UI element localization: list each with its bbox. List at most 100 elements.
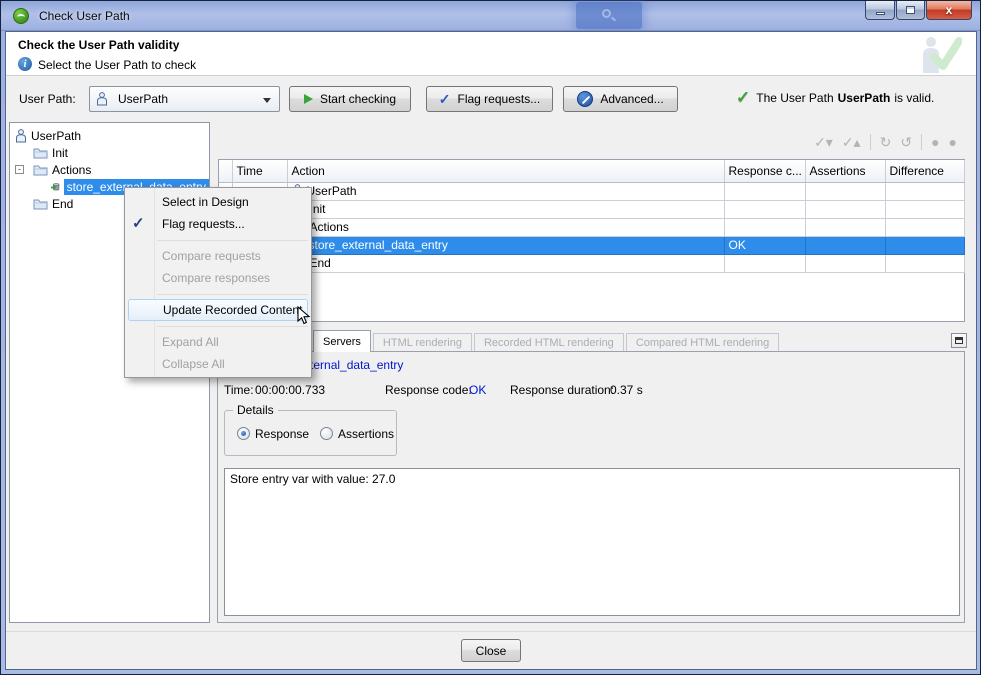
details-groupbox: Details Response Assertions <box>224 410 397 456</box>
menu-item-label: Flag requests... <box>162 217 245 231</box>
title-bar[interactable]: Check User Path x <box>1 1 980 31</box>
response-detail-pane: store_external_data_entry Time: 00:00:00… <box>217 351 965 623</box>
undo-icon[interactable]: ↺ <box>900 134 912 150</box>
minimize-icon <box>876 12 885 15</box>
details-group-title: Details <box>233 403 278 417</box>
menu-item-select-in-design[interactable]: Select in Design <box>125 191 311 213</box>
table-row[interactable]: UserPath <box>219 182 964 200</box>
folder-icon <box>33 164 48 176</box>
response-content-area[interactable]: Store entry var with value: 27.0 <box>224 468 960 616</box>
folder-icon <box>33 198 48 210</box>
flag-requests-button[interactable]: ✓ Flag requests... <box>426 86 553 112</box>
response-code-value: OK <box>469 383 486 397</box>
tab-servers[interactable]: Servers <box>313 330 371 352</box>
response-radio[interactable] <box>237 427 250 440</box>
col-response-code[interactable]: Response c... <box>724 160 805 182</box>
menu-item-flag-requests[interactable]: ✓ Flag requests... <box>125 213 311 235</box>
table-row[interactable]: End <box>219 254 964 272</box>
menu-separator <box>125 321 311 331</box>
detail-tabs: Servers HTML rendering Recorded HTML ren… <box>313 330 781 352</box>
collapse-expander-icon[interactable]: - <box>15 165 24 174</box>
close-label: Close <box>476 644 507 658</box>
tree-item-end[interactable]: End <box>33 195 73 212</box>
blue-check-icon: ✓ <box>439 94 451 104</box>
response-radio-label[interactable]: Response <box>255 427 309 441</box>
start-checking-button[interactable]: Start checking <box>289 86 411 112</box>
action-toolbar: User Path: UserPath Start checking ✓ Fla… <box>6 77 976 121</box>
wrench-icon <box>577 91 593 107</box>
tab-label: Compared HTML rendering <box>636 337 769 349</box>
minimize-button[interactable] <box>865 1 895 20</box>
close-icon: x <box>946 3 953 17</box>
col-difference[interactable]: Difference <box>885 160 964 182</box>
table-row[interactable]: Init <box>219 200 964 218</box>
tree-item-label: UserPath <box>31 129 81 143</box>
glass-reflection <box>576 2 642 29</box>
header-title: Check the User Path validity <box>18 38 179 52</box>
menu-item-compare-responses: Compare responses <box>125 267 311 289</box>
col-action[interactable]: Action <box>287 160 724 182</box>
results-mini-toolbar: ✓▾ ✓▴ ↻ ↺ ● ● <box>741 131 957 153</box>
menu-item-expand-all: Expand All <box>125 331 311 353</box>
response-duration-value: 0.37 s <box>610 383 643 397</box>
assertions-radio-label[interactable]: Assertions <box>338 427 394 441</box>
menu-separator <box>125 289 311 299</box>
flag-down-icon[interactable]: ✓▾ <box>814 134 833 150</box>
dialog-header: Check the User Path validity i Select th… <box>6 32 976 76</box>
row-action-label: End <box>310 256 331 270</box>
globe-next-icon[interactable]: ● <box>949 134 957 150</box>
row-action-label: Actions <box>310 220 349 234</box>
table-row-selected[interactable]: store_external_data_entry OK <box>219 236 964 254</box>
row-action-label: UserPath <box>307 184 357 198</box>
tree-item-actions[interactable]: Actions <box>33 161 91 178</box>
close-window-button[interactable]: x <box>926 1 972 20</box>
menu-item-label: Expand All <box>162 335 219 349</box>
advanced-label: Advanced... <box>600 92 663 106</box>
check-icon: ✓ <box>132 213 145 235</box>
app-icon <box>13 8 29 24</box>
flag-up-icon[interactable]: ✓▴ <box>842 134 861 150</box>
tree-item-init[interactable]: Init <box>33 144 68 161</box>
user-path-selected-value: UserPath <box>118 92 168 106</box>
menu-item-label: Collapse All <box>162 357 225 371</box>
menu-item-label: Compare requests <box>162 249 261 263</box>
col-selector[interactable] <box>219 160 232 182</box>
col-time[interactable]: Time <box>232 160 287 182</box>
assertions-radio[interactable] <box>320 427 333 440</box>
status-user-path-name: UserPath <box>838 91 891 105</box>
header-subtitle: Select the User Path to check <box>38 58 196 72</box>
redo-icon[interactable]: ↻ <box>880 134 892 150</box>
user-path-select[interactable]: UserPath <box>89 86 280 112</box>
validity-status: ✓ The User Path UserPath is valid. <box>736 91 934 105</box>
advanced-button[interactable]: Advanced... <box>563 86 678 112</box>
status-prefix: The User Path <box>756 91 833 105</box>
tab-compared-html-rendering: Compared HTML rendering <box>626 333 779 352</box>
menu-item-label: Compare responses <box>162 271 270 285</box>
user-icon <box>96 92 108 106</box>
tab-recorded-html-rendering: Recorded HTML rendering <box>474 333 624 352</box>
menu-item-label: Select in Design <box>162 195 249 209</box>
tree-item-label: Init <box>52 146 68 160</box>
toolbar-separator <box>921 134 922 150</box>
table-row[interactable]: Actions <box>219 218 964 236</box>
menu-item-update-recorded-content[interactable]: Update Recorded Content <box>128 299 308 321</box>
time-label: Time: <box>224 383 254 397</box>
maximize-panel-button[interactable] <box>951 333 967 348</box>
close-button[interactable]: Close <box>461 639 521 662</box>
table-header-row: Time Action Response c... Assertions Dif… <box>219 160 964 182</box>
tree-item-userpath[interactable]: UserPath <box>15 127 81 144</box>
tab-label: Recorded HTML rendering <box>484 337 614 349</box>
play-icon <box>304 94 313 104</box>
tab-label: HTML rendering <box>383 337 462 349</box>
results-table: Time Action Response c... Assertions Dif… <box>218 159 965 322</box>
info-icon: i <box>18 57 32 71</box>
user-check-watermark-icon <box>916 33 962 75</box>
menu-item-collapse-all: Collapse All <box>125 353 311 375</box>
globe-prev-icon[interactable]: ● <box>931 134 939 150</box>
maximize-button[interactable] <box>896 1 925 20</box>
green-check-icon: ✓ <box>736 91 750 105</box>
row-action-label: store_external_data_entry <box>309 238 448 252</box>
response-info-row: Time: 00:00:00.733 Response code: OK Res… <box>218 383 958 399</box>
col-assertions[interactable]: Assertions <box>805 160 885 182</box>
dialog-footer: Close <box>6 631 976 669</box>
